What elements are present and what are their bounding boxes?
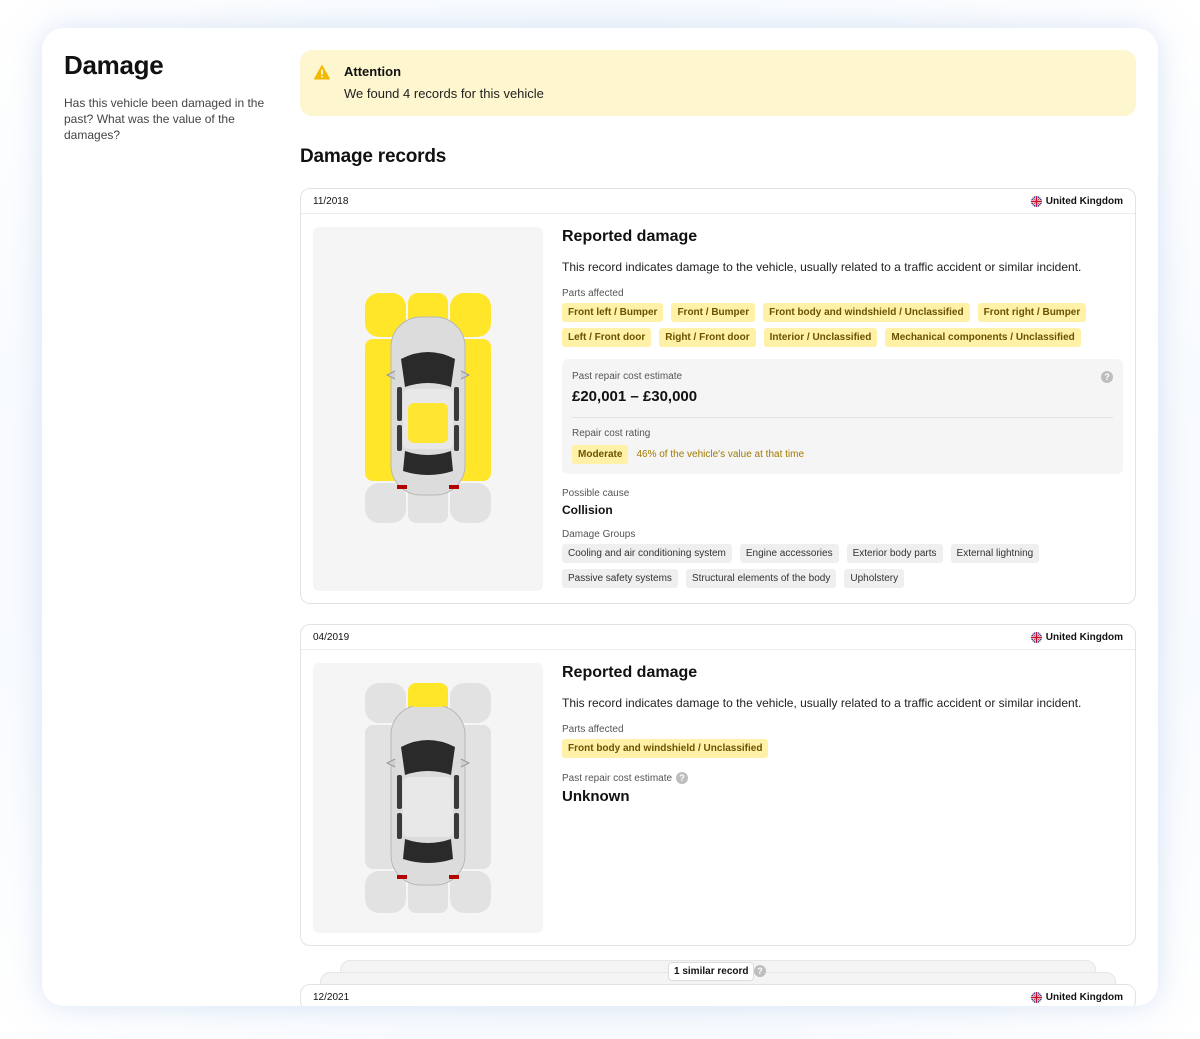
country-label: United Kingdom bbox=[1045, 195, 1123, 207]
damage-diagram bbox=[313, 227, 543, 591]
main-content: Attention We found 4 records for this ve… bbox=[300, 50, 1136, 1006]
rating-label: Repair cost rating bbox=[572, 428, 651, 439]
damage-record: 11/2018 United Kingdom Reported damage T… bbox=[300, 188, 1136, 604]
record-info: Reported damage This record indicates da… bbox=[562, 663, 1123, 933]
country-label: United Kingdom bbox=[1045, 631, 1123, 643]
section-title: Damage records bbox=[300, 146, 447, 167]
group-chip: Passive safety systems bbox=[562, 569, 678, 588]
part-chip: Front right / Bumper bbox=[977, 303, 1087, 322]
help-icon[interactable]: ? bbox=[1101, 371, 1113, 383]
damage-diagram bbox=[313, 663, 543, 933]
part-chip: Front left / Bumper bbox=[562, 303, 664, 322]
group-chip: External lightning bbox=[950, 544, 1040, 563]
parts-list: Front body and windshield / Unclassified bbox=[562, 739, 1123, 758]
damage-record: 12/2021 United Kingdom bbox=[300, 984, 1136, 1006]
help-icon[interactable]: ? bbox=[754, 965, 766, 977]
damage-card: Damage Has this vehicle been damaged in … bbox=[42, 28, 1158, 1006]
alert-title: Attention bbox=[344, 64, 402, 79]
cause-value: Collision bbox=[562, 503, 613, 517]
parts-list: Front left / Bumper Front / Bumper Front… bbox=[562, 303, 1123, 347]
part-chip: Left / Front door bbox=[562, 328, 652, 347]
record-info: Reported damage This record indicates da… bbox=[562, 227, 1123, 591]
car-body bbox=[385, 704, 471, 886]
cost-label: Past repair cost estimate bbox=[562, 772, 673, 784]
record-date: 04/2019 bbox=[313, 631, 350, 643]
group-chip: Cooling and air conditioning system bbox=[562, 544, 732, 563]
uk-flag-icon bbox=[1030, 195, 1042, 207]
record-header: 11/2018 United Kingdom bbox=[301, 189, 1135, 214]
record-country: United Kingdom bbox=[1030, 195, 1123, 207]
uk-flag-icon bbox=[1030, 631, 1042, 643]
record-date: 11/2018 bbox=[313, 195, 349, 207]
similar-records-button[interactable]: 1 similar record bbox=[668, 962, 755, 981]
part-chip: Interior / Unclassified bbox=[763, 328, 878, 347]
damage-record: 04/2019 United Kingdom Reported damage T… bbox=[300, 624, 1136, 946]
groups-label: Damage Groups bbox=[562, 529, 636, 540]
page-description: Has this vehicle been damaged in the pas… bbox=[64, 96, 265, 142]
part-chip: Front body and windshield / Unclassified bbox=[562, 739, 769, 758]
groups-list: Cooling and air conditioning system Engi… bbox=[562, 544, 1062, 588]
sidebar: Damage Has this vehicle been damaged in … bbox=[64, 50, 274, 143]
group-chip: Engine accessories bbox=[739, 544, 839, 563]
car-top-view-icon bbox=[365, 293, 491, 523]
rating-badge: Moderate bbox=[572, 445, 629, 464]
record-header: 04/2019 United Kingdom bbox=[301, 625, 1135, 650]
parts-label: Parts affected bbox=[562, 724, 624, 735]
record-header: 12/2021 United Kingdom bbox=[301, 985, 1135, 1006]
repair-cost-panel: ? Past repair cost estimate £20,001 – £3… bbox=[562, 359, 1123, 474]
record-description: This record indicates damage to the vehi… bbox=[562, 260, 1082, 274]
group-chip: Upholstery bbox=[844, 569, 905, 588]
record-title: Reported damage bbox=[562, 228, 698, 245]
alert-message: We found 4 records for this vehicle bbox=[344, 86, 544, 101]
part-chip: Front body and windshield / Unclassified bbox=[763, 303, 970, 322]
record-country: United Kingdom bbox=[1030, 631, 1123, 643]
help-icon[interactable]: ? bbox=[676, 772, 689, 784]
uk-flag-icon bbox=[1030, 991, 1042, 1003]
part-chip: Mechanical components / Unclassified bbox=[885, 328, 1081, 347]
page-title: Damage bbox=[64, 50, 164, 80]
car-top-view-icon bbox=[365, 683, 491, 913]
country-label: United Kingdom bbox=[1045, 991, 1123, 1003]
group-chip: Structural elements of the body bbox=[685, 569, 837, 588]
divider bbox=[572, 417, 1113, 418]
attention-alert: Attention We found 4 records for this ve… bbox=[300, 50, 1136, 116]
cost-value: Unknown bbox=[562, 788, 630, 805]
warning-icon bbox=[314, 65, 330, 80]
rating-note: 46% of the vehicle's value at that time bbox=[636, 449, 805, 460]
cause-label: Possible cause bbox=[562, 488, 630, 499]
parts-label: Parts affected bbox=[562, 288, 624, 299]
record-date: 12/2021 bbox=[313, 991, 350, 1003]
record-description: This record indicates damage to the vehi… bbox=[562, 696, 1082, 710]
part-chip: Front / Bumper bbox=[671, 303, 756, 322]
part-chip: Right / Front door bbox=[659, 328, 756, 347]
cost-label: Past repair cost estimate bbox=[572, 371, 683, 382]
record-country: United Kingdom bbox=[1030, 991, 1123, 1003]
group-chip: Exterior body parts bbox=[846, 544, 943, 563]
cost-value: £20,001 – £30,000 bbox=[572, 388, 698, 405]
record-title: Reported damage bbox=[562, 664, 698, 681]
